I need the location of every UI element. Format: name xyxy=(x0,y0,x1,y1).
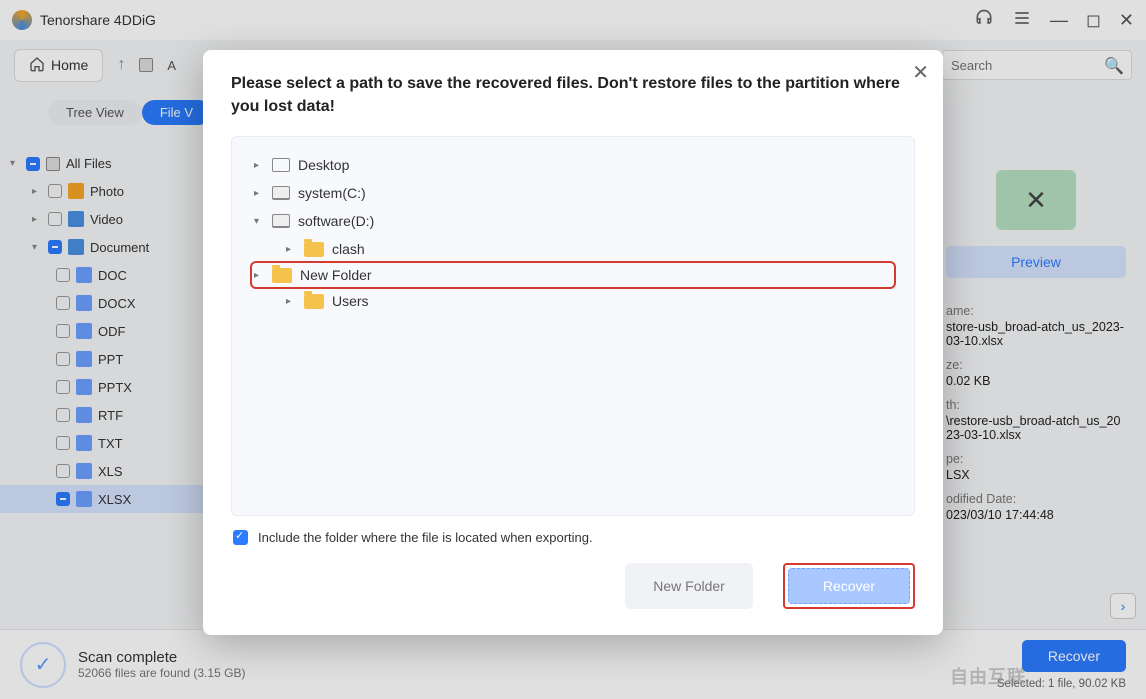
include-checkbox-icon[interactable] xyxy=(233,530,248,545)
modal-recover-button[interactable]: Recover xyxy=(788,568,910,604)
path-software-d[interactable]: ▾software(D:) xyxy=(252,207,894,235)
path-label: Desktop xyxy=(298,157,349,173)
path-system-c[interactable]: ▸system(C:) xyxy=(252,179,894,207)
path-desktop[interactable]: ▸Desktop xyxy=(252,151,894,179)
new-folder-button[interactable]: New Folder xyxy=(625,563,753,609)
save-path-modal: ✕ Please select a path to save the recov… xyxy=(203,50,943,635)
folder-icon xyxy=(272,268,292,283)
path-users[interactable]: ▸Users xyxy=(252,287,894,315)
folder-icon xyxy=(304,242,324,257)
drive-icon xyxy=(272,214,290,228)
path-label: Users xyxy=(332,293,369,309)
path-tree: ▸Desktop ▸system(C:) ▾software(D:) ▸clas… xyxy=(231,136,915,516)
include-label: Include the folder where the file is loc… xyxy=(258,530,593,545)
path-label: software(D:) xyxy=(298,213,374,229)
drive-icon xyxy=(272,186,290,200)
recover-highlight: Recover xyxy=(783,563,915,609)
modal-overlay: ✕ Please select a path to save the recov… xyxy=(0,0,1146,699)
path-label: system(C:) xyxy=(298,185,366,201)
monitor-icon xyxy=(272,158,290,172)
path-clash[interactable]: ▸clash xyxy=(252,235,894,263)
path-label: clash xyxy=(332,241,365,257)
path-new-folder[interactable]: ▸New Folder xyxy=(252,263,894,287)
modal-header: Please select a path to save the recover… xyxy=(231,72,915,118)
folder-icon xyxy=(304,294,324,309)
modal-actions: New Folder Recover xyxy=(231,563,915,609)
close-modal-icon[interactable]: ✕ xyxy=(912,60,929,85)
path-label: New Folder xyxy=(300,267,372,283)
include-folder-row[interactable]: Include the folder where the file is loc… xyxy=(233,530,913,545)
